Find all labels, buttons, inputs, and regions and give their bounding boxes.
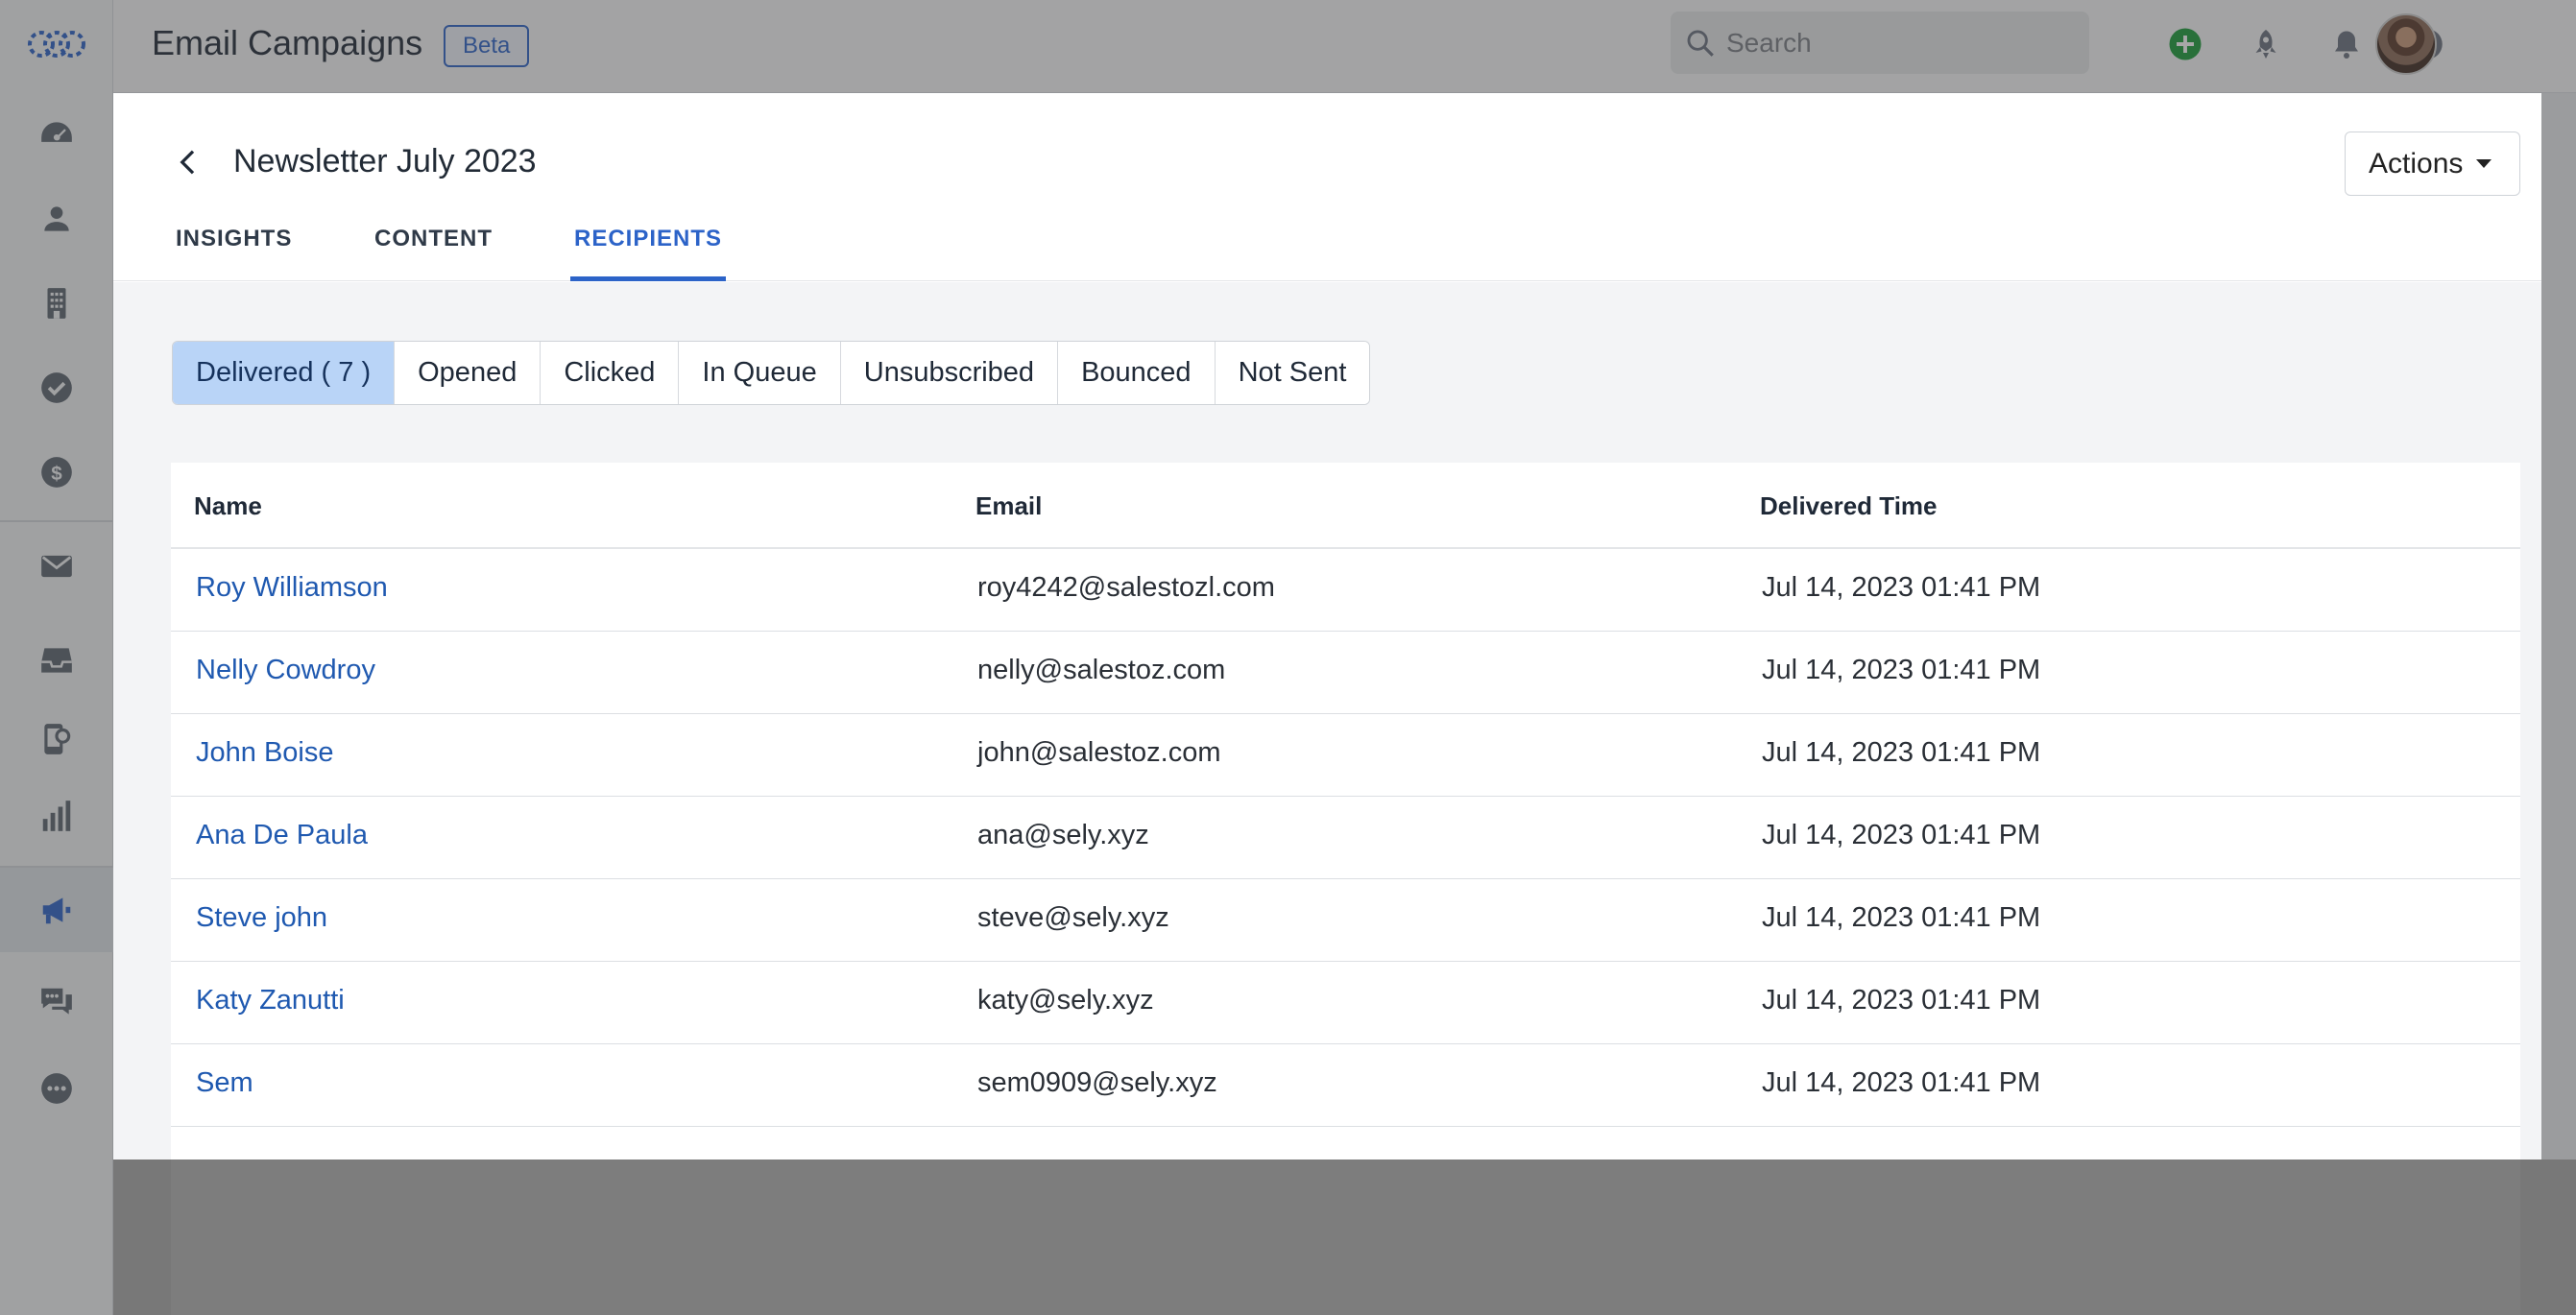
app-root: $ Email Campaigns Beta Search Newsletter… (0, 0, 2576, 1315)
sidebar-item-tasks[interactable] (0, 346, 113, 430)
table-header: Name Email Delivered Time (171, 463, 2520, 549)
actions-label: Actions (2369, 147, 2464, 179)
filter-clicked[interactable]: Clicked (541, 342, 680, 404)
filter-not-sent[interactable]: Not Sent (1215, 342, 1370, 404)
reports-icon (42, 801, 71, 831)
delivered-time: Jul 14, 2023 01:41 PM (1762, 985, 2041, 1016)
recipient-email: steve@sely.xyz (977, 902, 1169, 933)
delivered-time: Jul 14, 2023 01:41 PM (1762, 655, 2041, 685)
sidebar-item-contacts[interactable] (0, 177, 113, 261)
table-row: John Boise john@salestoz.com Jul 14, 202… (171, 714, 2520, 797)
more-icon (41, 1073, 72, 1104)
column-header-email[interactable]: Email (975, 491, 1042, 521)
sidebar-item-accounts[interactable] (0, 261, 113, 346)
panel-header: Newsletter July 2023 Actions INSIGHTS CO… (113, 93, 2541, 281)
contacts-icon (44, 206, 69, 231)
sidebar-item-phone[interactable] (0, 697, 113, 781)
delivered-time: Jul 14, 2023 01:41 PM (1762, 1067, 2041, 1098)
chat-icon (41, 988, 72, 1015)
email-icon (41, 555, 72, 578)
recipient-email: nelly@salestoz.com (977, 655, 1226, 685)
sidebar-item-chat[interactable] (0, 960, 113, 1044)
sidebar-item-reports[interactable] (0, 774, 113, 858)
campaign-title: Newsletter July 2023 (233, 143, 537, 179)
filter-in-queue[interactable]: In Queue (679, 342, 841, 404)
actions-button[interactable]: Actions (2345, 132, 2520, 196)
recipient-name-link[interactable]: John Boise (196, 737, 334, 769)
status-filter-group: Delivered ( 7 ) Opened Clicked In Queue … (172, 341, 1371, 405)
chevron-left-icon (180, 150, 195, 175)
campaign-panel: Newsletter July 2023 Actions INSIGHTS CO… (113, 93, 2541, 1160)
search-input[interactable] (1726, 12, 2072, 74)
logo-icon (28, 31, 85, 58)
caret-down-icon (2476, 159, 2492, 168)
add-button[interactable] (2166, 25, 2204, 63)
back-button[interactable] (169, 143, 207, 181)
app-title: Email Campaigns (152, 23, 423, 62)
column-header-delivered-time[interactable]: Delivered Time (1760, 491, 1938, 521)
table-row: Nelly Cowdroy nelly@salestoz.com Jul 14,… (171, 632, 2520, 714)
plus-circle-icon (2169, 28, 2202, 60)
tab-recipients[interactable]: RECIPIENTS (570, 226, 727, 281)
recipient-email: katy@sely.xyz (977, 985, 1154, 1016)
sidebar: $ (0, 0, 113, 1315)
search-icon (1687, 30, 1714, 57)
phone-icon (44, 724, 71, 754)
recipient-name-link[interactable]: Sem (196, 1067, 253, 1099)
delivered-time: Jul 14, 2023 01:41 PM (1762, 737, 2041, 768)
filter-unsubscribed[interactable]: Unsubscribed (840, 342, 1059, 404)
recipient-email: sem0909@sely.xyz (977, 1067, 1217, 1098)
recipient-email: john@salestoz.com (977, 737, 1221, 768)
tab-content[interactable]: CONTENT (374, 226, 493, 281)
tasks-icon (41, 372, 72, 403)
delivered-time: Jul 14, 2023 01:41 PM (1762, 820, 2041, 850)
column-header-name[interactable]: Name (194, 491, 262, 521)
recipient-name-link[interactable]: Ana De Paula (196, 820, 368, 851)
tab-insights[interactable]: INSIGHTS (176, 226, 292, 281)
app-logo[interactable] (0, 0, 113, 88)
inbox-icon (41, 648, 72, 673)
table-row: Sem sem0909@sely.xyz Jul 14, 2023 01:41 … (171, 1044, 2520, 1127)
table-row-partial (171, 1127, 2520, 1160)
recipients-section: Delivered ( 7 ) Opened Clicked In Queue … (113, 282, 2541, 1160)
avatar[interactable] (2375, 13, 2437, 75)
campaigns-icon (42, 897, 71, 924)
table-row: Ana De Paula ana@sely.xyz Jul 14, 2023 0… (171, 797, 2520, 879)
recipient-name-link[interactable]: Roy Williamson (196, 572, 388, 604)
recipient-email: roy4242@salestozl.com (977, 572, 1275, 603)
recipient-email: ana@sely.xyz (977, 820, 1149, 850)
filter-opened[interactable]: Opened (395, 342, 542, 404)
background-table-area (171, 1160, 2520, 1315)
table-row: Katy Zanutti katy@sely.xyz Jul 14, 2023 … (171, 962, 2520, 1044)
recipients-table: Name Email Delivered Time Roy Williamson… (171, 463, 2520, 1160)
recipient-name-link[interactable]: Nelly Cowdroy (196, 655, 375, 686)
table-row: Steve john steve@sely.xyz Jul 14, 2023 0… (171, 879, 2520, 962)
sidebar-item-email[interactable] (0, 524, 113, 609)
notifications-button[interactable] (2327, 25, 2366, 63)
deals-icon: $ (41, 457, 72, 488)
beta-badge: Beta (444, 25, 530, 67)
sidebar-item-deals[interactable]: $ (0, 430, 113, 514)
accounts-icon (47, 288, 66, 319)
table-row: Roy Williamson roy4242@salestozl.com Jul… (171, 549, 2520, 632)
search-box[interactable] (1671, 12, 2089, 74)
topbar: Email Campaigns Beta ? (113, 0, 2576, 93)
filter-bounced[interactable]: Bounced (1058, 342, 1216, 404)
recipient-name-link[interactable]: Steve john (196, 902, 327, 934)
recipient-name-link[interactable]: Katy Zanutti (196, 985, 345, 1016)
svg-text:$: $ (51, 463, 62, 485)
launch-button[interactable] (2247, 25, 2285, 63)
sidebar-item-dashboard[interactable] (0, 92, 113, 177)
sidebar-item-more[interactable] (0, 1046, 113, 1131)
sidebar-item-campaigns[interactable] (0, 868, 113, 952)
rocket-icon (2255, 30, 2276, 59)
delivered-time: Jul 14, 2023 01:41 PM (1762, 572, 2041, 603)
delivered-time: Jul 14, 2023 01:41 PM (1762, 902, 2041, 933)
filter-delivered[interactable]: Delivered ( 7 ) (173, 342, 396, 404)
background-region (113, 1160, 2576, 1315)
bell-icon (2335, 31, 2358, 59)
dashboard-icon (41, 122, 72, 142)
sidebar-divider (0, 520, 113, 522)
sidebar-item-inbox[interactable] (0, 618, 113, 703)
